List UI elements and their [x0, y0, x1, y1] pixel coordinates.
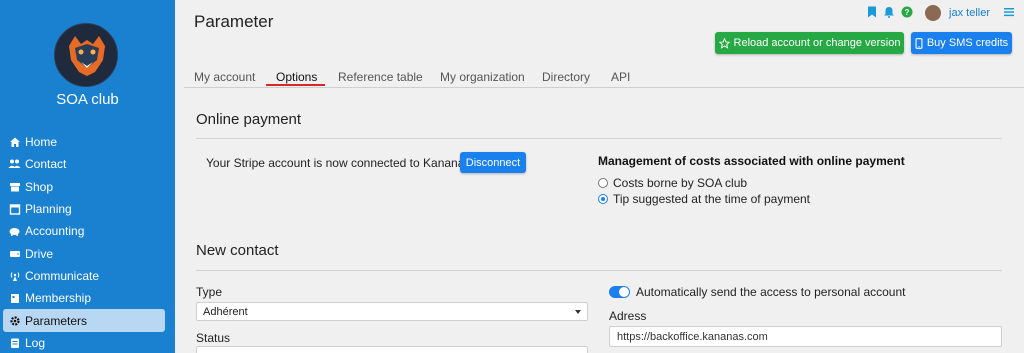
sidebar-item-label: Contact — [25, 157, 67, 172]
online-payment-title: Online payment — [196, 111, 302, 128]
home-icon — [8, 136, 21, 149]
shop-icon — [8, 180, 21, 193]
tab-api[interactable]: API — [611, 70, 630, 84]
log-icon — [8, 336, 21, 349]
bell-icon[interactable] — [883, 6, 895, 21]
buy-sms-button[interactable]: Buy SMS credits — [911, 32, 1012, 54]
sidebar-item-label: Shop — [25, 179, 54, 194]
sidebar-item-communicate[interactable]: Communicate — [0, 265, 175, 287]
svg-text:?: ? — [905, 8, 910, 17]
help-icon[interactable]: ? — [901, 6, 913, 21]
sidebar: SOA club Home Contact Shop Planning Acco… — [0, 0, 175, 353]
new-contact-title: New contact — [196, 242, 279, 259]
sidebar-item-label: Communicate — [25, 268, 100, 283]
calendar-icon — [8, 203, 21, 216]
broadcast-icon — [8, 269, 21, 282]
sidebar-item-label: Log — [25, 335, 46, 350]
caret-down-icon — [575, 310, 581, 314]
reload-account-label: Reload account or change version — [733, 37, 901, 49]
sidebar-item-label: Drive — [25, 246, 54, 261]
avatar[interactable] — [925, 5, 942, 21]
sidebar-item-planning[interactable]: Planning — [0, 198, 175, 220]
sidebar-item-label: Planning — [25, 202, 72, 217]
radio-label: Costs borne by SOA club — [613, 176, 748, 190]
reload-account-button[interactable]: Reload account or change version — [715, 32, 904, 54]
user-name[interactable]: jax teller — [949, 7, 990, 19]
radio-costs-borne[interactable]: Costs borne by SOA club — [598, 176, 747, 190]
tab-directory[interactable]: Directory — [542, 70, 590, 84]
auto-send-label: Automatically send the access to persona… — [636, 285, 906, 299]
stripe-status-text: Your Stripe account is now connected to … — [206, 156, 471, 170]
radio-button[interactable] — [598, 194, 608, 204]
menu-icon[interactable] — [1004, 6, 1014, 20]
cost-management-title: Management of costs associated with onli… — [598, 154, 905, 168]
top-toolbar: ? jax teller — [867, 4, 1014, 22]
tab-reference-table[interactable]: Reference table — [338, 70, 423, 84]
club-name: SOA club — [56, 91, 119, 108]
disconnect-button[interactable]: Disconnect — [460, 152, 526, 173]
sidebar-item-drive[interactable]: Drive — [0, 242, 175, 264]
sidebar-item-label: Accounting — [25, 224, 85, 239]
sidebar-item-shop[interactable]: Shop — [0, 176, 175, 198]
divider — [196, 138, 1002, 139]
address-value: https://backoffice.kananas.com — [617, 330, 768, 343]
radio-label: Tip suggested at the time of payment — [613, 192, 810, 206]
piggy-bank-icon — [8, 225, 21, 238]
club-logo[interactable] — [54, 23, 118, 87]
radio-button[interactable] — [598, 178, 608, 188]
sidebar-item-log[interactable]: Log — [0, 332, 175, 353]
page-title: Parameter — [194, 12, 274, 31]
sidebar-item-label: Parameters — [25, 313, 88, 328]
users-icon — [8, 158, 21, 171]
auto-send-toggle[interactable] — [609, 286, 630, 298]
sidebar-item-accounting[interactable]: Accounting — [0, 220, 175, 242]
radio-tip-suggested[interactable]: Tip suggested at the time of payment — [598, 192, 810, 206]
tab-options[interactable]: Options — [276, 70, 317, 84]
sidebar-nav: Home Contact Shop Planning Accounting Dr… — [0, 131, 175, 353]
star-icon — [718, 37, 730, 49]
sidebar-item-home[interactable]: Home — [0, 131, 175, 153]
sidebar-item-membership[interactable]: Membership — [0, 287, 175, 309]
type-select-value: Adhérent — [203, 305, 248, 318]
sidebar-item-parameters[interactable]: Parameters — [3, 309, 165, 332]
buy-sms-label: Buy SMS credits — [926, 37, 1009, 49]
mobile-icon — [915, 37, 923, 49]
address-input[interactable]: https://backoffice.kananas.com — [609, 326, 1002, 347]
sidebar-item-label: Membership — [25, 291, 92, 306]
type-select[interactable]: Adhérent — [196, 302, 588, 321]
address-label: Adress — [609, 309, 647, 323]
tab-my-account[interactable]: My account — [194, 70, 255, 84]
drive-icon — [8, 247, 21, 260]
divider — [196, 270, 1002, 271]
membership-icon — [8, 292, 21, 305]
status-select[interactable] — [196, 346, 588, 353]
active-tab-indicator — [266, 84, 325, 86]
sidebar-item-contact[interactable]: Contact — [0, 153, 175, 175]
status-label: Status — [196, 331, 231, 345]
gear-icon — [8, 314, 21, 327]
type-label: Type — [196, 285, 223, 299]
tab-my-organization[interactable]: My organization — [440, 70, 525, 84]
sidebar-item-label: Home — [25, 135, 58, 150]
bookmark-icon[interactable] — [867, 6, 877, 21]
